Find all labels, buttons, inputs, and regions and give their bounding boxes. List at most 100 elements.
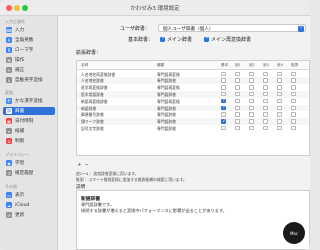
dictionary-enable-checkbox[interactable] [277,125,282,131]
column-header-basic[interactable]: 基本 [221,63,228,68]
dictionary-enable-checkbox[interactable] [249,125,254,131]
dictionary-enable-checkbox[interactable] [249,85,254,90]
dictionary-enable-checkbox[interactable] [235,78,240,83]
dictionary-enable-checkbox[interactable] [263,98,268,104]
table-row[interactable]: 人名地名辞書 専門語辞書 [77,77,309,85]
column-header-add1[interactable]: 追1 [235,63,241,68]
dictionary-enable-checkbox[interactable] [277,112,282,117]
dictionary-enable-checkbox[interactable] [235,125,240,131]
romaji-icon: R [6,47,12,53]
sidebar-item-fullwidth[interactable]: A 全角英数 [3,36,55,44]
dictionary-enable-checkbox[interactable] [235,91,240,97]
remove-button[interactable]: − [83,162,90,168]
table-row[interactable]: 新語再変換辞書 専門語再変換 [77,98,309,105]
sidebar-item-candidates[interactable]: ≡ 候補 [3,127,55,135]
dictionary-enable-checkbox[interactable] [263,85,268,90]
dictionary-enable-checkbox[interactable] [221,71,226,77]
column-header-add4[interactable]: 追4 [277,63,283,68]
main-dict-label: メイン辞書 [167,37,193,43]
dictionary-enable-checkbox[interactable] [263,125,268,131]
add-button[interactable]: + [76,162,83,168]
dictionary-enable-checkbox[interactable] [249,91,254,97]
dictionary-enable-checkbox[interactable] [221,119,226,124]
sidebar-item-correction[interactable]: ✎ 補正 [3,66,55,74]
dictionary-enable-checkbox[interactable] [263,91,268,97]
sidebar-item-input[interactable]: ⌨ 入力 [3,26,55,34]
dictionary-enable-checkbox[interactable] [291,78,296,83]
dictionary-settings-pane: ユーザ辞書： 個人ユーザ辞書（個人） ⌃ 基本辞書： メイン辞書 メイン再変換辞… [58,16,310,250]
calendar-icon: ▦ [6,118,12,124]
dictionary-enable-checkbox[interactable] [291,71,296,77]
dictionary-enable-checkbox[interactable] [235,119,240,124]
sidebar-item-romaji[interactable]: R ローマ字 [3,46,55,54]
dictionary-enable-checkbox[interactable] [221,78,226,83]
user-dict-value: 個人ユーザ辞書（個人） [163,27,214,32]
dictionary-enable-checkbox[interactable] [263,78,268,83]
sidebar-item-operation[interactable]: ⌘ 操作 [3,56,55,64]
dictionary-enable-checkbox[interactable] [235,105,240,111]
dictionary-enable-checkbox[interactable] [221,125,226,131]
dictionary-enable-checkbox[interactable] [235,71,240,77]
table-row[interactable]: 人名地名再変換辞書 専門語再変換 [77,71,309,78]
dictionary-enable-checkbox[interactable] [249,71,254,77]
table-row[interactable]: 医学再変換辞書 専門語再変換 [77,84,309,91]
dictionary-enable-checkbox[interactable] [291,125,296,131]
sidebar-item-dictionary[interactable]: 辞 辞書 [3,107,55,115]
dictionary-enable-checkbox[interactable] [291,85,296,90]
column-header-name[interactable]: 名称 [81,63,88,68]
dictionary-enable-checkbox[interactable] [277,71,282,77]
dictionary-enable-checkbox[interactable] [249,112,254,117]
dictionary-enable-checkbox[interactable] [249,98,254,104]
sidebar-item-restriction[interactable]: ⊘ 制限 [3,137,55,145]
dictionary-enable-checkbox[interactable] [221,112,226,117]
dictionary-enable-checkbox[interactable] [263,112,268,117]
dictionary-enable-checkbox[interactable] [221,98,226,104]
dictionary-enable-checkbox[interactable] [249,119,254,124]
dictionary-enable-checkbox[interactable] [291,105,296,111]
dictionary-type-cell: 専門語辞書 [157,125,176,131]
dictionary-enable-checkbox[interactable] [277,105,282,111]
table-row[interactable]: 記号文字辞書 専門語辞書 [77,125,309,132]
dictionary-enable-checkbox[interactable] [221,91,226,97]
main-convert-dict-checkbox[interactable] [204,36,209,42]
column-header-add3[interactable]: 追3 [263,63,269,68]
column-header-guess[interactable]: 推測 [291,63,298,68]
dictionary-enable-checkbox[interactable] [221,105,226,111]
dictionary-enable-checkbox[interactable] [263,71,268,77]
dictionary-enable-checkbox[interactable] [291,112,296,117]
sidebar-item-auto-alpha[interactable]: a 自動英字変換 [3,76,55,84]
dictionary-enable-checkbox[interactable] [277,85,282,90]
dictionary-enable-checkbox[interactable] [277,119,282,124]
sidebar-item-label: 全角英数 [15,38,34,43]
dictionary-enable-checkbox[interactable] [277,98,282,104]
dictionary-enable-checkbox[interactable] [263,119,268,124]
table-row[interactable]: 郵便番号辞書 専門語辞書 [77,111,309,118]
dictionary-enable-checkbox[interactable] [249,78,254,83]
table-row[interactable]: 新語辞書 専門語辞書 [77,104,309,112]
display-icon: ▭ [6,192,12,198]
dictionary-enable-checkbox[interactable] [291,91,296,97]
main-dict-checkbox[interactable] [160,36,165,42]
dictionary-enable-checkbox[interactable] [235,98,240,104]
dictionary-enable-checkbox[interactable] [277,91,282,97]
column-header-add2[interactable]: 追2 [249,63,255,68]
dictionary-enable-checkbox[interactable] [263,105,268,111]
sidebar-item-update[interactable]: ⟳ 更新 [3,211,55,219]
sidebar-item-icloud[interactable]: ☁ iCloud [3,201,55,209]
dictionary-enable-checkbox[interactable] [277,78,282,83]
sidebar-item-kana-kanji[interactable]: あ かな漢字変換 [3,97,55,105]
dictionary-enable-checkbox[interactable] [235,85,240,90]
dictionary-enable-checkbox[interactable] [249,105,254,111]
sidebar-item-display[interactable]: ▭ 表示 [3,191,55,199]
table-row[interactable]: 医学用語辞書 専門語辞書 [77,90,309,98]
dictionary-enable-checkbox[interactable] [235,112,240,117]
column-header-type[interactable]: 種類 [157,63,164,68]
sidebar-item-history[interactable]: ↺ 確定履歴 [3,169,55,177]
dictionary-enable-checkbox[interactable] [291,119,296,124]
table-row[interactable]: 顔マーク辞書 専門語辞書 [77,118,309,125]
dictionary-enable-checkbox[interactable] [291,98,296,104]
sidebar-item-learning[interactable]: ◉ 学習 [3,159,55,167]
dictionary-enable-checkbox[interactable] [221,85,226,90]
user-dict-popup[interactable]: 個人ユーザ辞書（個人） ⌃ [158,24,306,32]
sidebar-item-datetime[interactable]: ▦ 日付時刻 [3,117,55,125]
